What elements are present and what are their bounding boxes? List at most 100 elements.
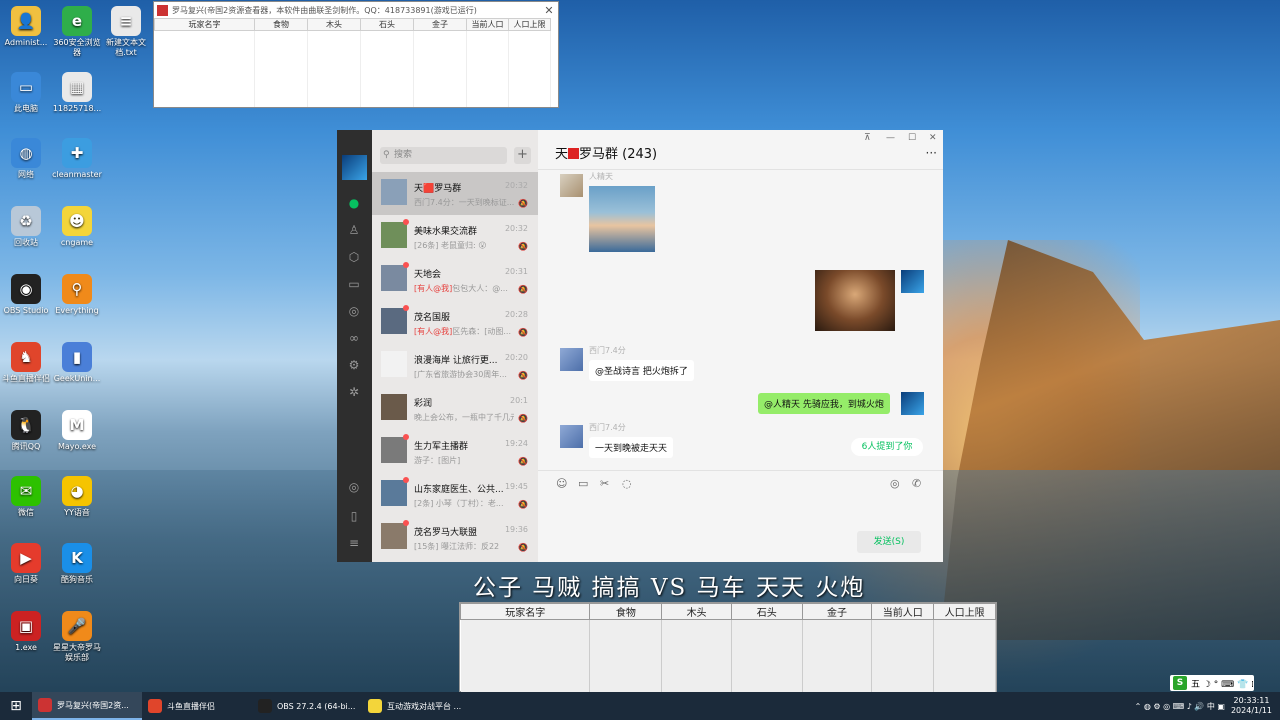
viewer-col-pop[interactable]: 当前人口	[466, 18, 509, 31]
task-label: 斗鱼直播伴侣	[167, 701, 215, 711]
chat-list-item[interactable]: 茂名罗马大联盟 19:36 [15条] 曝江法师：反22 🔕	[372, 516, 538, 559]
viewer-col-gold[interactable]: 金子	[413, 18, 467, 31]
minimize-icon[interactable]: —	[886, 133, 895, 143]
close-icon[interactable]: ✕	[929, 133, 937, 143]
folder-icon[interactable]: ▭	[346, 276, 362, 292]
desktop-icon[interactable]: ✉ 微信	[0, 476, 52, 518]
desktop-icon[interactable]: ▭ 此电脑	[0, 72, 52, 114]
avatar[interactable]	[901, 270, 924, 293]
message-bubble[interactable]: @圣战诗言 把火炮拆了	[589, 360, 694, 381]
desktop-icon[interactable]: ✚ cleanmaster	[51, 138, 103, 180]
desktop-icon[interactable]: ☻ cngame	[51, 206, 103, 248]
avatar[interactable]	[560, 174, 583, 197]
stats-col-player: 玩家名字	[459, 603, 591, 620]
desktop-icon[interactable]: M Mayo.exe	[51, 410, 103, 452]
mention-tag-button[interactable]: 6人提到了你	[851, 438, 923, 456]
chat-history-icon[interactable]: ◌	[622, 477, 632, 490]
desktop-icon[interactable]: ◍ 网络	[0, 138, 52, 180]
desktop-icon[interactable]: 🐧 腾讯QQ	[0, 410, 52, 452]
chat-list-item[interactable]: 美味水果交流群 20:32 [26条] 老鼠童归: 😮 🔕	[372, 215, 538, 258]
desktop-icon[interactable]: e 360安全浏览器	[51, 6, 103, 58]
chat-list-item[interactable]: 彩润 20:1 晚上会公布，一瓶中了千几元 🔕	[372, 387, 538, 430]
channels-icon[interactable]: ∞	[346, 330, 362, 346]
desktop-icon[interactable]: ▣ 1.exe	[0, 611, 52, 653]
avatar[interactable]	[560, 348, 583, 371]
miniprogram-bottom-icon[interactable]: ◎	[346, 479, 362, 495]
desktop-icon[interactable]: ⚲ Everything	[51, 274, 103, 316]
chat-icon[interactable]: ●	[346, 195, 362, 211]
desktop-icon[interactable]: ▮ GeekUnin...	[51, 342, 103, 384]
viewer-titlebar[interactable]: 罗马复兴(帝国2资源查看器，本软件由曲联圣剑制作。QQ：418733891(游戏…	[154, 2, 558, 18]
unread-dot	[403, 477, 409, 483]
miniprogram-icon[interactable]: ✲	[346, 384, 362, 400]
viewer-col-stone[interactable]: 石头	[360, 18, 414, 31]
viewer-col-player[interactable]: 玩家名字	[154, 18, 255, 31]
phone-icon[interactable]: ▯	[346, 508, 362, 524]
chat-list-item[interactable]: 茂名国服 20:28 [有人@我]区先森：[动图... 🔕	[372, 301, 538, 344]
taskbar-task[interactable]: 罗马复兴(帝国2资...	[32, 692, 142, 720]
resource-viewer-window[interactable]: 罗马复兴(帝国2资源查看器，本软件由曲联圣剑制作。QQ：418733891(游戏…	[153, 1, 559, 108]
desktop-icon[interactable]: 🎤 星星大帝罗马娱乐部	[51, 611, 103, 663]
message-bubble-me[interactable]: @人精天 先骑应我，到城火炮	[758, 393, 890, 414]
desktop-icon[interactable]: K 酷狗音乐	[51, 543, 103, 585]
chat-list-item[interactable]: 浪漫海岸 让旅行更... 20:20 [广东省旅游协会30周年... 🔕	[372, 344, 538, 387]
viewer-col-popmax[interactable]: 人口上限	[508, 18, 551, 31]
menu-icon[interactable]: ≡	[346, 535, 362, 551]
chat-list-item[interactable]: 山东家庭医生、公共... 19:45 [2条] 小琴（丁村）：老... 🔕	[372, 473, 538, 516]
app-icon: ▦	[62, 72, 92, 102]
maximize-icon[interactable]: ☐	[908, 133, 916, 143]
file-icon[interactable]: ▭	[578, 477, 588, 490]
moments-icon[interactable]: ◎	[346, 303, 362, 319]
desktop-icon[interactable]: ▦ 1182571​8...	[51, 72, 103, 114]
chat-list-item[interactable]: 天地会 20:31 [有人@我]包包大人：@... 🔕	[372, 258, 538, 301]
chat-preview: [15条] 曝江法师：反22	[414, 541, 514, 552]
desktop-icon[interactable]: ♻ 回收站	[0, 206, 52, 248]
avatar[interactable]	[560, 425, 583, 448]
chat-title: 天罗马群 (243)	[555, 143, 657, 162]
taskbar-task[interactable]: 斗鱼直播伴侣	[142, 692, 252, 720]
tray-icons[interactable]: ⌃ ◍ ⚙ ◎ ⌨ ♪ 🔊 中 ▣	[1135, 701, 1225, 712]
viewer-col-food[interactable]: 食物	[254, 18, 308, 31]
live-icon[interactable]: ◎	[890, 477, 900, 490]
pin-icon[interactable]: ⊼	[864, 133, 871, 143]
image-message[interactable]	[589, 186, 655, 252]
send-button[interactable]: 发送(S)	[857, 531, 921, 553]
message-input-area[interactable]: ☺ ▭ ✂ ◌ ◎ ✆ 发送(S)	[538, 470, 943, 562]
taskbar-task[interactable]: OBS 27.2.4 (64-bi...	[252, 692, 362, 720]
desktop-icon[interactable]: ≡ 新建文本文档.txt	[100, 6, 152, 58]
mention-label: [有人@我]	[414, 327, 453, 336]
avatar[interactable]	[901, 392, 924, 415]
image-message[interactable]	[815, 270, 895, 331]
desktop-icon[interactable]: ♞ 斗鱼直播伴侣	[0, 342, 52, 384]
task-label: OBS 27.2.4 (64-bi...	[277, 701, 356, 711]
my-avatar[interactable]	[342, 155, 367, 180]
chat-time: 19:24	[504, 439, 528, 448]
desktop-icon[interactable]: 👤 Administ...	[0, 6, 52, 48]
contacts-icon[interactable]: ♙	[346, 222, 362, 238]
add-chat-button[interactable]: +	[514, 147, 531, 164]
chat-list-item[interactable]: 天🟥罗马群 20:32 西门7.4分：一天到晚标证... 🔕	[372, 172, 538, 215]
screenshot-icon[interactable]: ✂	[600, 477, 609, 490]
app-icon: ▶	[11, 543, 41, 573]
start-button[interactable]: ⊞	[0, 692, 32, 720]
chat-preview: [广东省旅游协会30周年...	[414, 369, 514, 380]
search-discover-icon[interactable]: ⚙	[346, 357, 362, 373]
taskbar-task[interactable]: 互动游戏对战平台 ...	[362, 692, 472, 720]
search-input[interactable]: ⚲ 搜索	[380, 147, 507, 164]
clock[interactable]: 20:33:11 2024/1/11	[1231, 696, 1272, 716]
call-icon[interactable]: ✆	[912, 477, 921, 490]
task-label: 互动游戏对战平台 ...	[387, 701, 462, 711]
desktop-icon[interactable]: ▶ 向日葵	[0, 543, 52, 585]
emoji-icon[interactable]: ☺	[556, 477, 567, 490]
desktop-icon[interactable]: ◕ YY语音	[51, 476, 103, 518]
desktop-icon-label: YY语音	[64, 508, 90, 517]
favorites-icon[interactable]: ⬡	[346, 249, 362, 265]
message-bubble[interactable]: 一天到晚被走天天	[589, 437, 674, 458]
taskbar-tasks: 罗马复兴(帝国2资... 斗鱼直播伴侣 OBS 27.2.4 (64-bi... 互动…	[32, 692, 472, 720]
viewer-col-wood[interactable]: 木头	[307, 18, 361, 31]
close-icon[interactable]: ✕	[540, 4, 558, 17]
ime-toolbar[interactable]: S 五 ☽ ° ⌨ 👕 ⁞	[1170, 675, 1254, 691]
chat-list-item[interactable]: 生力军主播群 19:24 游子：[图片] 🔕	[372, 430, 538, 473]
desktop-icon[interactable]: ◉ OBS Studio	[0, 274, 52, 316]
more-icon[interactable]: ···	[926, 146, 937, 160]
